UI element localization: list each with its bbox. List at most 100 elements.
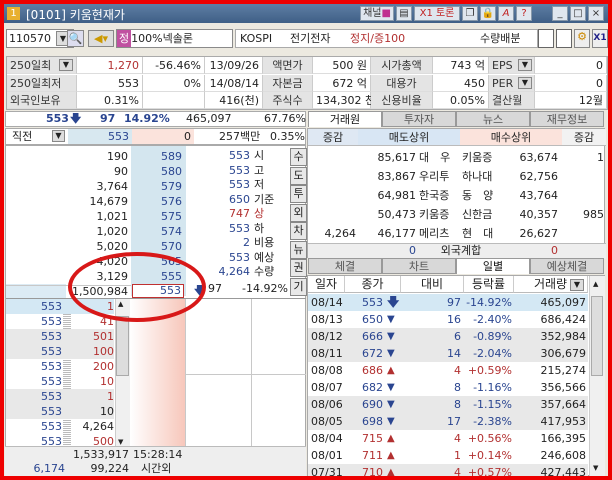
scroll-thumb[interactable]	[591, 296, 603, 376]
stat-value: 553	[229, 250, 250, 264]
buy-volume: 43,764	[519, 189, 559, 202]
stat-value: 553	[229, 149, 250, 162]
daily-volume: 352,984	[540, 330, 587, 343]
daily-rate: -1.15%	[473, 398, 512, 411]
scroll-up-icon[interactable]: ▲	[593, 280, 598, 288]
buy-broker[interactable]: 키움증	[462, 149, 492, 166]
sound-icon[interactable]: ◀▾	[88, 30, 114, 47]
sell-volume: 46,177	[377, 227, 417, 240]
side-button[interactable]: 차	[290, 222, 307, 240]
tick-qty: 200	[93, 360, 114, 373]
side-button[interactable]: 외	[290, 203, 307, 222]
buy-broker[interactable]: 현 대	[462, 225, 493, 242]
scroll-down-icon[interactable]: ▼	[593, 464, 598, 472]
stat-value: 553	[229, 178, 250, 191]
sell-broker[interactable]: 메리츠	[419, 225, 449, 242]
sell-broker[interactable]: 대 우	[419, 149, 450, 166]
page-icon[interactable]	[538, 29, 554, 48]
volume-dropdown-icon[interactable]: ▼	[570, 279, 584, 291]
orderbook-volume: 1,021	[96, 210, 129, 223]
x1-icon[interactable]: X1	[592, 29, 608, 48]
daily-volume: 306,679	[540, 347, 587, 360]
search-icon[interactable]: 🔍	[67, 30, 84, 47]
tab-0[interactable]: 거래원	[308, 111, 382, 127]
info-cell: -56.46%	[143, 57, 205, 74]
high-dropdown-icon[interactable]: ▼	[59, 59, 73, 71]
eps-dropdown-icon[interactable]: ▼	[518, 59, 532, 71]
buy-broker[interactable]: 동 양	[462, 187, 493, 204]
orderbook-volume: 1,020	[96, 225, 129, 238]
orderbook-price[interactable]: 589	[132, 149, 184, 164]
daily-rate: +0.56%	[467, 432, 512, 445]
orderbook-price[interactable]: 574	[132, 224, 184, 239]
daily-rate: -2.04%	[473, 347, 512, 360]
sell-volume: 85,617	[377, 151, 417, 164]
sell-broker[interactable]: 한국증	[419, 187, 449, 204]
side-button[interactable]: 수	[290, 148, 307, 166]
stat-label: 시	[254, 149, 265, 162]
tab-3[interactable]: 예상체결	[530, 258, 604, 274]
tick-price: 553	[41, 330, 62, 343]
lock-icon[interactable]: 🔒	[480, 6, 496, 21]
buy-broker[interactable]: 신한금	[462, 206, 492, 223]
side-button[interactable]: 뉴	[290, 240, 307, 259]
font-icon[interactable]: A	[498, 6, 514, 21]
help-icon[interactable]: ?	[516, 6, 532, 21]
daily-volume: 686,424	[540, 313, 587, 326]
side-button[interactable]: 기	[290, 277, 307, 296]
settings-gear-icon[interactable]: ⚙	[574, 29, 590, 48]
side-button[interactable]: 도	[290, 166, 307, 185]
per-dropdown-icon[interactable]: ▼	[518, 76, 532, 89]
side-button[interactable]: 투	[290, 185, 307, 203]
page-split-icon[interactable]	[556, 29, 572, 48]
orderbook-price[interactable]: 575	[132, 209, 184, 224]
stock-name-field: 정 100%넥솔론	[116, 29, 233, 48]
window-icon[interactable]: ❐	[462, 6, 478, 21]
trade-amount: 257백만	[219, 130, 261, 143]
change-rate: 14.92%	[124, 112, 170, 125]
side-button[interactable]: 권	[290, 259, 307, 277]
info-cell: 액면가	[263, 57, 313, 74]
tab-1[interactable]: 차트	[382, 258, 456, 274]
sell-broker[interactable]: 우리투	[419, 168, 449, 185]
orderbook-price[interactable]: 576	[132, 194, 184, 209]
stat-label: 하	[254, 221, 265, 235]
channel-button[interactable]: 채널■	[360, 6, 394, 21]
layout-icon[interactable]: ▤	[396, 6, 412, 21]
tab-3[interactable]: 재무정보	[530, 111, 604, 127]
maximize-icon[interactable]: □	[570, 6, 586, 21]
sell-broker[interactable]: 키움증	[419, 206, 449, 223]
x1-discussion-button[interactable]: X1 토론	[414, 6, 460, 21]
tab-1[interactable]: 투자자	[382, 111, 456, 127]
stat-value: 650	[229, 192, 250, 206]
minimize-icon[interactable]: _	[552, 6, 568, 21]
info-cell	[143, 92, 205, 109]
tab-2[interactable]: 뉴스	[456, 111, 530, 127]
info-cell: 250일최저	[7, 74, 77, 92]
daily-date: 07/31	[311, 466, 343, 476]
scroll-thumb[interactable]	[116, 316, 129, 376]
prev-dropdown-icon[interactable]: ▼	[52, 130, 65, 142]
scroll-down-icon[interactable]: ▼	[118, 438, 123, 446]
stat-value: 553	[229, 221, 250, 235]
daily-header: 등락률	[464, 276, 514, 293]
price-change: 97	[100, 112, 116, 125]
info-cell: 0	[535, 57, 607, 74]
daily-date: 08/04	[311, 432, 343, 445]
daily-diff: 97	[447, 296, 461, 309]
tick-qty: 1	[107, 390, 114, 403]
tick-qty: 4,264	[82, 420, 115, 433]
info-cell: 743 억	[433, 57, 489, 74]
daily-header: 종가	[345, 276, 401, 293]
tab-2[interactable]: 일별	[456, 258, 530, 274]
buy-broker[interactable]: 하나대	[462, 168, 492, 185]
orderbook-price[interactable]: 579	[132, 179, 184, 194]
stat-label: 저	[254, 178, 265, 191]
tab-0[interactable]: 체결	[308, 258, 382, 274]
divider	[185, 374, 306, 375]
window-title: [0101] 키움현재가	[26, 8, 125, 22]
info-cell: 주식수	[263, 92, 313, 109]
orderbook-price[interactable]: 580	[132, 164, 184, 179]
close-icon[interactable]: ×	[588, 6, 604, 21]
daily-rate: +0.59%	[467, 364, 512, 377]
